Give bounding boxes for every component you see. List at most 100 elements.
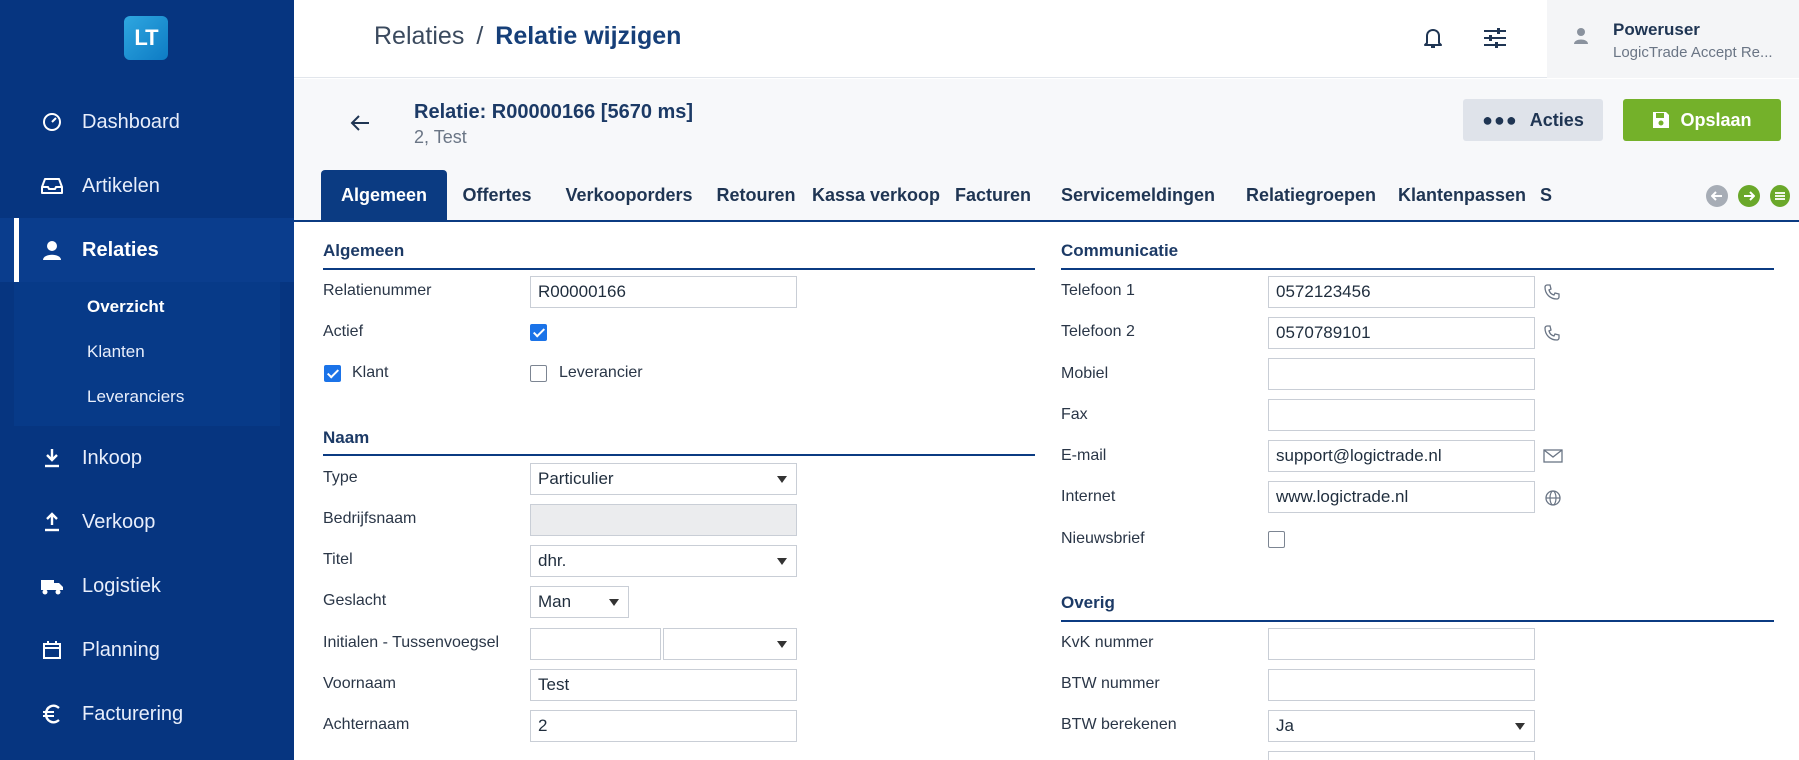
klant-checkbox[interactable] (324, 365, 341, 382)
tussenvoegsel-select[interactable] (663, 628, 797, 660)
acties-label: Acties (1529, 109, 1584, 130)
floppy-disk-icon (1652, 111, 1670, 129)
sidebar-item-label: Relaties (82, 238, 159, 261)
breadcrumb-parent[interactable]: Relaties (374, 22, 464, 50)
download-icon (40, 446, 64, 470)
inbox-icon (40, 174, 64, 198)
sidebar-item-relaties[interactable]: Relaties (0, 218, 294, 282)
acties-button[interactable]: ●●● Acties (1463, 99, 1603, 141)
mobiel-field[interactable] (1268, 358, 1535, 390)
sidebar-item-artikelen[interactable]: Artikelen (0, 154, 294, 218)
save-button[interactable]: Opslaan (1623, 99, 1781, 141)
sidebar-item-label: Facturering (82, 702, 184, 725)
tab-relatiegroepen[interactable]: Relatiegroepen (1236, 170, 1386, 220)
telefoon-1-field[interactable]: 0572123456 (1268, 276, 1535, 308)
email-label: E-mail (1061, 447, 1107, 464)
nieuwsbrief-checkbox[interactable] (1268, 531, 1285, 548)
btw-berekenen-select[interactable]: Ja (1268, 710, 1535, 742)
titel-label: Titel (323, 551, 353, 568)
user-menu[interactable]: Poweruser LogicTrade Accept Re... (1547, 0, 1799, 78)
phone-icon[interactable] (1542, 323, 1562, 343)
type-label: Type (323, 469, 358, 486)
section-divider (1061, 620, 1774, 622)
achternaam-label: Achternaam (323, 716, 410, 733)
sidebar-subitem-klanten[interactable]: Klanten (87, 342, 145, 362)
sidebar-item-inkoop[interactable]: Inkoop (0, 426, 294, 490)
leverancier-label: Leverancier (559, 364, 643, 381)
user-name: Poweruser (1613, 20, 1700, 39)
save-label: Opslaan (1680, 109, 1752, 130)
btw-nummer-field[interactable] (1268, 669, 1535, 701)
scroll-tabs-right-icon[interactable] (1738, 185, 1760, 207)
tab-kassa-verkoop[interactable]: Kassa verkoop (808, 170, 944, 220)
kvk-nummer-field[interactable] (1268, 628, 1535, 660)
bell-icon[interactable] (1419, 24, 1447, 52)
nieuwsbrief-label: Nieuwsbrief (1061, 530, 1145, 547)
breadcrumb-current: Relatie wijzigen (495, 22, 682, 50)
scroll-tabs-left-icon[interactable] (1706, 185, 1728, 207)
actief-checkbox[interactable] (530, 324, 547, 341)
record-subtitle: 2, Test (414, 127, 467, 147)
tab-bar: Algemeen Offertes Verkooporders Retouren… (294, 170, 1799, 222)
sidebar-item-logistiek[interactable]: Logistiek (0, 554, 294, 618)
tabs-menu-icon[interactable] (1770, 185, 1790, 207)
tab-offertes[interactable]: Offertes (449, 170, 545, 220)
kvk-nummer-label: KvK nummer (1061, 634, 1154, 651)
user-organisation: LogicTrade Accept Re... (1613, 44, 1773, 61)
initialen-tussenvoegsel-label: Initialen - Tussenvoegsel (323, 634, 500, 651)
telefoon-1-label: Telefoon 1 (1061, 282, 1135, 299)
globe-icon[interactable] (1543, 488, 1563, 508)
leverancier-checkbox[interactable] (530, 365, 547, 382)
type-select[interactable]: Particulier (530, 463, 797, 495)
settings-sliders-icon[interactable] (1481, 24, 1509, 52)
geslacht-select[interactable]: Man (530, 586, 629, 618)
sidebar-subitem-overzicht[interactable]: Overzicht (87, 297, 164, 317)
sidebar-subitem-leveranciers[interactable]: Leveranciers (87, 387, 184, 407)
phone-icon[interactable] (1542, 282, 1562, 302)
arrow-left-icon[interactable] (346, 109, 374, 137)
sidebar-item-label: Dashboard (82, 110, 180, 133)
more-dots-icon: ●●● (1482, 109, 1518, 130)
btw-nummer-label: BTW nummer (1061, 675, 1160, 692)
relatienummer-field[interactable]: R00000166 (530, 276, 797, 308)
internet-field[interactable]: www.logictrade.nl (1268, 481, 1535, 513)
tab-retouren[interactable]: Retouren (708, 170, 804, 220)
actief-label: Actief (323, 323, 364, 340)
next-field-partial[interactable] (1268, 751, 1535, 760)
mobiel-label: Mobiel (1061, 365, 1109, 382)
titel-select[interactable]: dhr. (530, 545, 797, 577)
tab-klantenpassen[interactable]: Klantenpassen (1389, 170, 1535, 220)
telefoon-2-label: Telefoon 2 (1061, 323, 1135, 340)
fax-field[interactable] (1268, 399, 1535, 431)
sidebar-item-label: Logistiek (82, 574, 161, 597)
tab-facturen[interactable]: Facturen (947, 170, 1039, 220)
voornaam-field[interactable]: Test (530, 669, 797, 701)
sidebar-subnav: Overzicht Klanten Leveranciers (14, 282, 280, 426)
email-field[interactable]: support@logictrade.nl (1268, 440, 1535, 472)
sidebar-item-planning[interactable]: Planning (0, 618, 294, 682)
logo[interactable]: LT (124, 16, 168, 60)
user-icon (40, 238, 64, 262)
sidebar-item-label: Verkoop (82, 510, 156, 533)
sidebar-item-dashboard[interactable]: Dashboard (0, 90, 294, 154)
sidebar-item-label: Inkoop (82, 446, 143, 469)
section-divider (323, 268, 1035, 270)
initialen-field[interactable] (530, 628, 661, 660)
mail-icon[interactable] (1543, 446, 1563, 466)
sidebar-item-facturering[interactable]: Facturering (0, 682, 294, 746)
tab-algemeen[interactable]: Algemeen (321, 170, 447, 220)
tab-verkooporders[interactable]: Verkooporders (554, 170, 704, 220)
achternaam-field[interactable]: 2 (530, 710, 797, 742)
sidebar-item-verkoop[interactable]: Verkoop (0, 490, 294, 554)
section-divider (1061, 268, 1774, 270)
section-heading-overig: Overig (1061, 593, 1115, 612)
fax-label: Fax (1061, 406, 1088, 423)
section-divider (323, 454, 1035, 456)
sidebar-item-label: Artikelen (82, 174, 160, 197)
tab-servicemeldingen[interactable]: Servicemeldingen (1043, 170, 1233, 220)
telefoon-2-field[interactable]: 0570789101 (1268, 317, 1535, 349)
tab-overflow[interactable]: S (1540, 170, 1560, 220)
relatienummer-label: Relatienummer (323, 282, 432, 299)
geslacht-label: Geslacht (323, 592, 387, 609)
section-heading-naam: Naam (323, 428, 370, 447)
